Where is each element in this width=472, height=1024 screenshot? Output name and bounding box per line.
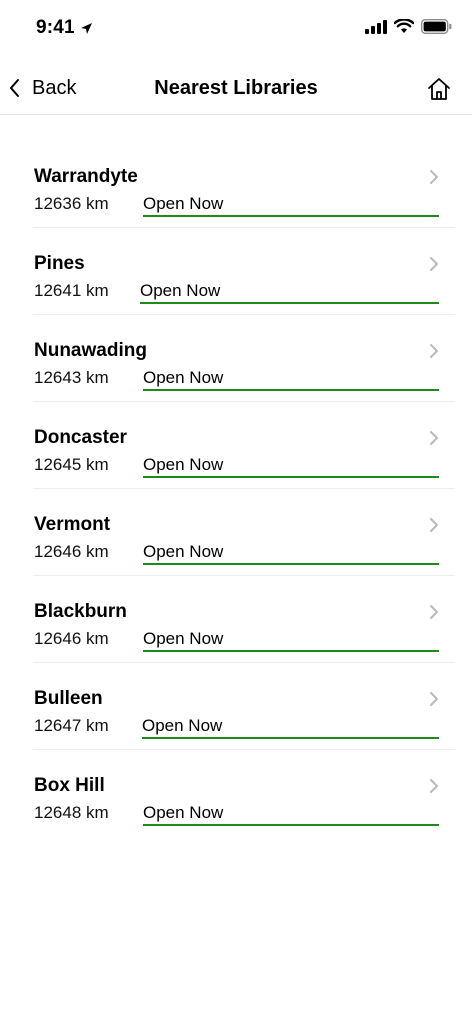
library-row[interactable]: Pines 12641 km Open Now — [33, 228, 455, 315]
chevron-right-icon — [430, 257, 438, 271]
library-row[interactable]: Blackburn 12646 km Open Now — [33, 576, 455, 663]
status-bar: 9:41 — [0, 0, 472, 58]
status-time-label: 9:41 — [36, 17, 75, 38]
open-status: Open Now — [140, 280, 439, 304]
chevron-right-icon — [430, 779, 438, 793]
chevron-right-icon — [430, 170, 438, 184]
open-status-label: Open Now — [142, 716, 223, 735]
open-status-label: Open Now — [140, 281, 221, 300]
library-row[interactable]: Nunawading 12643 km Open Now — [33, 315, 455, 402]
library-row[interactable]: Bulleen 12647 km Open Now — [33, 663, 455, 750]
library-distance: 12648 km — [34, 803, 109, 822]
navigation-bar: Back Nearest Libraries — [0, 58, 472, 115]
library-name: Vermont — [34, 514, 111, 535]
page-title: Nearest Libraries — [154, 77, 318, 99]
open-status: Open Now — [143, 541, 439, 565]
library-name: Warrandyte — [34, 166, 138, 187]
open-status-label: Open Now — [143, 194, 224, 213]
open-status-label: Open Now — [143, 803, 224, 822]
open-status: Open Now — [143, 802, 439, 826]
library-name: Doncaster — [34, 427, 127, 448]
open-status: Open Now — [143, 193, 439, 217]
library-distance: 12641 km — [34, 281, 109, 300]
chevron-right-icon — [430, 431, 438, 445]
library-row[interactable]: Vermont 12646 km Open Now — [33, 489, 455, 576]
battery-icon — [421, 19, 452, 34]
library-name: Bulleen — [34, 688, 103, 709]
cellular-signal-icon — [365, 19, 387, 34]
library-name: Blackburn — [34, 601, 127, 622]
chevron-right-icon — [430, 692, 438, 706]
library-list: Warrandyte 12636 km Open Now Pines 12641… — [0, 141, 472, 837]
library-row[interactable]: Box Hill 12648 km Open Now — [33, 750, 455, 837]
library-distance: 12646 km — [34, 542, 109, 561]
library-row[interactable]: Doncaster 12645 km Open Now — [33, 402, 455, 489]
open-status-label: Open Now — [143, 542, 224, 561]
open-status: Open Now — [143, 628, 439, 652]
library-distance: 12646 km — [34, 629, 109, 648]
chevron-right-icon — [430, 518, 438, 532]
open-status: Open Now — [143, 367, 439, 391]
library-name: Pines — [34, 253, 85, 274]
open-status-label: Open Now — [143, 368, 224, 387]
library-distance: 12636 km — [34, 194, 109, 213]
open-status: Open Now — [143, 454, 439, 478]
status-time: 9:41 — [36, 17, 93, 39]
library-distance: 12643 km — [34, 368, 109, 387]
library-row[interactable]: Warrandyte 12636 km Open Now — [33, 141, 455, 228]
library-distance: 12647 km — [34, 716, 109, 735]
location-arrow-icon — [80, 22, 92, 34]
status-indicators — [365, 19, 452, 34]
library-name: Box Hill — [34, 775, 105, 796]
home-icon[interactable] — [426, 76, 452, 102]
library-distance: 12645 km — [34, 455, 109, 474]
open-status-label: Open Now — [143, 455, 224, 474]
chevron-right-icon — [430, 344, 438, 358]
wifi-icon — [394, 19, 414, 33]
open-status: Open Now — [142, 715, 439, 739]
open-status-label: Open Now — [143, 629, 224, 648]
chevron-right-icon — [430, 605, 438, 619]
library-name: Nunawading — [34, 340, 147, 361]
